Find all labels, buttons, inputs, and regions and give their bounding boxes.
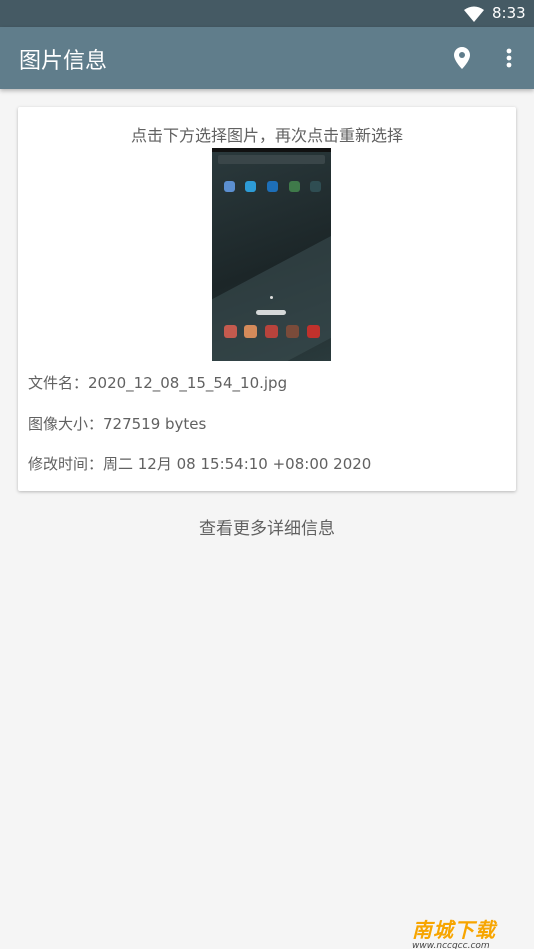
thumbnail-dock-icon — [224, 325, 237, 338]
thumbnail-status-bar — [212, 148, 331, 152]
page-title: 图片信息 — [19, 49, 108, 74]
more-details-button[interactable]: 查看更多详细信息 — [0, 514, 534, 539]
watermark-brand: 南城下载 — [412, 918, 496, 942]
thumbnail-app-icon — [224, 181, 235, 192]
status-bar: 8:33 — [0, 0, 534, 27]
thumbnail-app-icon — [289, 181, 300, 192]
thumbnail-dock-icon — [286, 325, 299, 338]
thumbnail-dock-icon — [244, 325, 257, 338]
thumbnail-app-icon — [245, 181, 256, 192]
image-thumbnail[interactable] — [212, 148, 331, 361]
thumbnail-app-icon — [267, 181, 278, 192]
thumbnail-app-icon — [310, 181, 321, 192]
status-time: 8:33 — [492, 4, 526, 22]
image-info-card: 点击下方选择图片，再次点击重新选择 文件名：2020_12_08_15_54_1… — [18, 107, 516, 491]
more-vert-icon[interactable] — [498, 45, 520, 71]
select-image-hint: 点击下方选择图片，再次点击重新选择 — [130, 126, 403, 145]
thumbnail-dock-icon — [307, 325, 320, 338]
watermark-logo: 南城下载 www.nccgcc.com — [412, 914, 527, 949]
thumbnail-search-bar — [218, 155, 325, 164]
thumbnail-dock-icon — [265, 325, 278, 338]
image-size-label: 图像大小：727519 bytes — [28, 415, 207, 433]
modified-time-label: 修改时间：周二 12月 08 15:54:10 +08:00 2020 — [28, 455, 372, 473]
thumbnail-page-dot — [270, 296, 273, 299]
watermark-url: www.nccgcc.com — [412, 941, 490, 949]
wifi-icon — [464, 6, 484, 22]
thumbnail-notice — [256, 310, 286, 315]
app-bar: 图片信息 — [0, 27, 534, 89]
location-pin-icon[interactable] — [451, 45, 473, 71]
file-name-label: 文件名：2020_12_08_15_54_10.jpg — [28, 374, 288, 392]
